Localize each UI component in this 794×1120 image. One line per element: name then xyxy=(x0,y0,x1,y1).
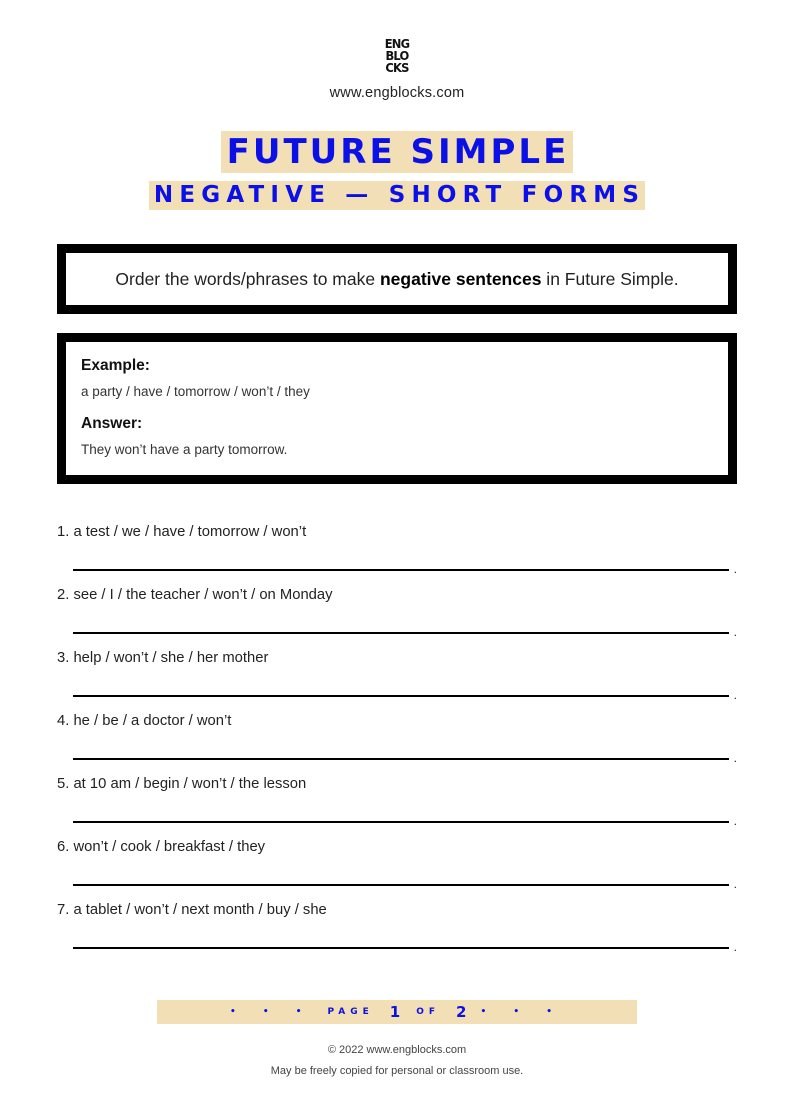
exercise-prompt: 1. a test / we / have / tomorrow / won’t xyxy=(57,524,307,540)
answer-line[interactable] xyxy=(73,695,729,697)
answer-line[interactable] xyxy=(73,569,729,571)
instruction-before: Order the words/phrases to make xyxy=(115,268,380,289)
answer-line[interactable] xyxy=(73,884,729,886)
answer-label: Answer: xyxy=(81,415,143,432)
decorative-dots: • • • xyxy=(229,1007,314,1017)
exercise-prompt: 5. at 10 am / begin / won’t / the lesson xyxy=(57,776,307,792)
worksheet-subtitle: NEGATIVE — SHORT FORMS xyxy=(148,181,646,210)
of-word: OF xyxy=(416,1007,441,1017)
exercise-prompt: 2. see / I / the teacher / won’t / on Mo… xyxy=(57,587,333,603)
answer-line[interactable] xyxy=(73,758,729,760)
exercise-prompt: 6. won’t / cook / breakfast / they xyxy=(57,839,266,855)
instruction-bold: negative sentences xyxy=(379,268,542,289)
answer-end-mark: . xyxy=(733,688,737,702)
site-url: www.engblocks.com xyxy=(329,85,465,101)
answer-line[interactable] xyxy=(73,632,729,634)
exercise-list: 1. a test / we / have / tomorrow / won’t… xyxy=(57,520,747,961)
answer-line[interactable] xyxy=(73,947,729,949)
instruction-text: Order the words/phrases to make negative… xyxy=(115,269,678,290)
engblocks-logo: ENG BLO CKS xyxy=(0,38,794,76)
instruction-box: Order the words/phrases to make negative… xyxy=(57,244,737,314)
exercise-prompt: 4. he / be / a doctor / won’t xyxy=(57,713,232,729)
copyright-text: © 2022 www.engblocks.com xyxy=(327,1044,467,1056)
worksheet-title: FUTURE SIMPLE xyxy=(220,131,574,173)
logo-line: CKS xyxy=(385,60,409,76)
exercise-item: 7. a tablet / won’t / next month / buy /… xyxy=(57,898,747,961)
exercise-item: 3. help / won’t / she / her mother . xyxy=(57,646,747,709)
license-text: May be freely copied for personal or cla… xyxy=(270,1065,524,1077)
title-container: FUTURE SIMPLE xyxy=(0,131,794,173)
decorative-dots: • • • xyxy=(480,1007,565,1017)
answer-end-mark: . xyxy=(733,814,737,828)
answer-end-mark: . xyxy=(733,940,737,954)
subtitle-container: NEGATIVE — SHORT FORMS xyxy=(0,181,794,210)
current-page-number: 1 xyxy=(389,1003,401,1021)
example-box: Example: a party / have / tomorrow / won… xyxy=(57,333,737,484)
page-word: PAGE xyxy=(327,1007,374,1017)
exercise-item: 5. at 10 am / begin / won’t / the lesson… xyxy=(57,772,747,835)
answer-end-mark: . xyxy=(733,562,737,576)
answer-line[interactable] xyxy=(73,821,729,823)
answer-end-mark: . xyxy=(733,625,737,639)
exercise-prompt: 3. help / won’t / she / her mother xyxy=(57,650,269,666)
exercise-item: 1. a test / we / have / tomorrow / won’t… xyxy=(57,520,747,583)
answer-end-mark: . xyxy=(733,877,737,891)
answer-end-mark: . xyxy=(733,751,737,765)
page-indicator: • • • PAGE 1 OF 2 • • • xyxy=(157,1000,637,1024)
example-label: Example: xyxy=(81,357,150,374)
total-pages-number: 2 xyxy=(456,1003,467,1021)
instruction-after: in Future Simple. xyxy=(541,268,679,289)
exercise-prompt: 7. a tablet / won’t / next month / buy /… xyxy=(57,902,327,918)
exercise-item: 6. won’t / cook / breakfast / they . xyxy=(57,835,747,898)
example-text: a party / have / tomorrow / won’t / they xyxy=(81,384,310,399)
exercise-item: 4. he / be / a doctor / won’t . xyxy=(57,709,747,772)
exercise-item: 2. see / I / the teacher / won’t / on Mo… xyxy=(57,583,747,646)
answer-text: They won’t have a party tomorrow. xyxy=(81,442,288,457)
